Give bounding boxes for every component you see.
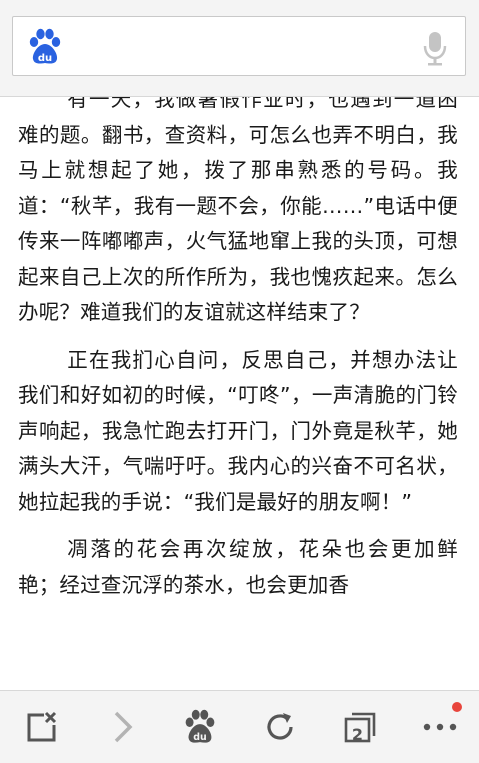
svg-text:du: du — [193, 732, 206, 743]
article-body: 有一天，我做暑假作业时，也遇到一道困难的题。翻书，查资料，可怎么也弄不明白，我马… — [18, 96, 458, 615]
search-header: du — [0, 0, 479, 97]
microphone-icon[interactable] — [421, 30, 449, 66]
article-content[interactable]: 有一天，我做暑假作业时，也遇到一道困难的题。翻书，查资料，可怎么也弄不明白，我马… — [0, 96, 479, 690]
more-menu-icon — [423, 723, 457, 731]
forward-button[interactable] — [94, 703, 150, 751]
refresh-icon — [267, 713, 293, 740]
tabs-icon: 2 — [342, 710, 378, 744]
tabs-button[interactable]: 2 — [332, 703, 388, 751]
baidu-paw-home-icon: du — [185, 709, 215, 743]
article-paragraph: 正在我扪心自问，反思自己，并想办法让我们和好如初的时候，“叮咚”，一声清脆的门铃… — [18, 347, 458, 514]
forward-arrow-icon — [114, 711, 133, 743]
notification-dot — [452, 702, 462, 712]
baidu-paw-logo-icon[interactable]: du — [27, 27, 63, 67]
tab-count: 2 — [351, 724, 364, 744]
search-input[interactable] — [75, 29, 409, 67]
article-paragraph: 有一天，我做暑假作业时，也遇到一道困难的题。翻书，查资料，可怎么也弄不明白，我马… — [18, 96, 458, 324]
svg-text:du: du — [38, 53, 52, 64]
close-page-button[interactable] — [14, 703, 70, 751]
close-page-icon — [27, 711, 57, 742]
article-paragraph: 凋落的花会再次绽放，花朵也会更加鲜艳；经过查沉浮的茶水，也会更加香 — [18, 537, 458, 597]
home-button[interactable]: du — [172, 703, 228, 751]
bottom-toolbar: du 2 — [0, 690, 479, 763]
search-box[interactable]: du — [12, 16, 466, 76]
refresh-button[interactable] — [252, 703, 308, 751]
